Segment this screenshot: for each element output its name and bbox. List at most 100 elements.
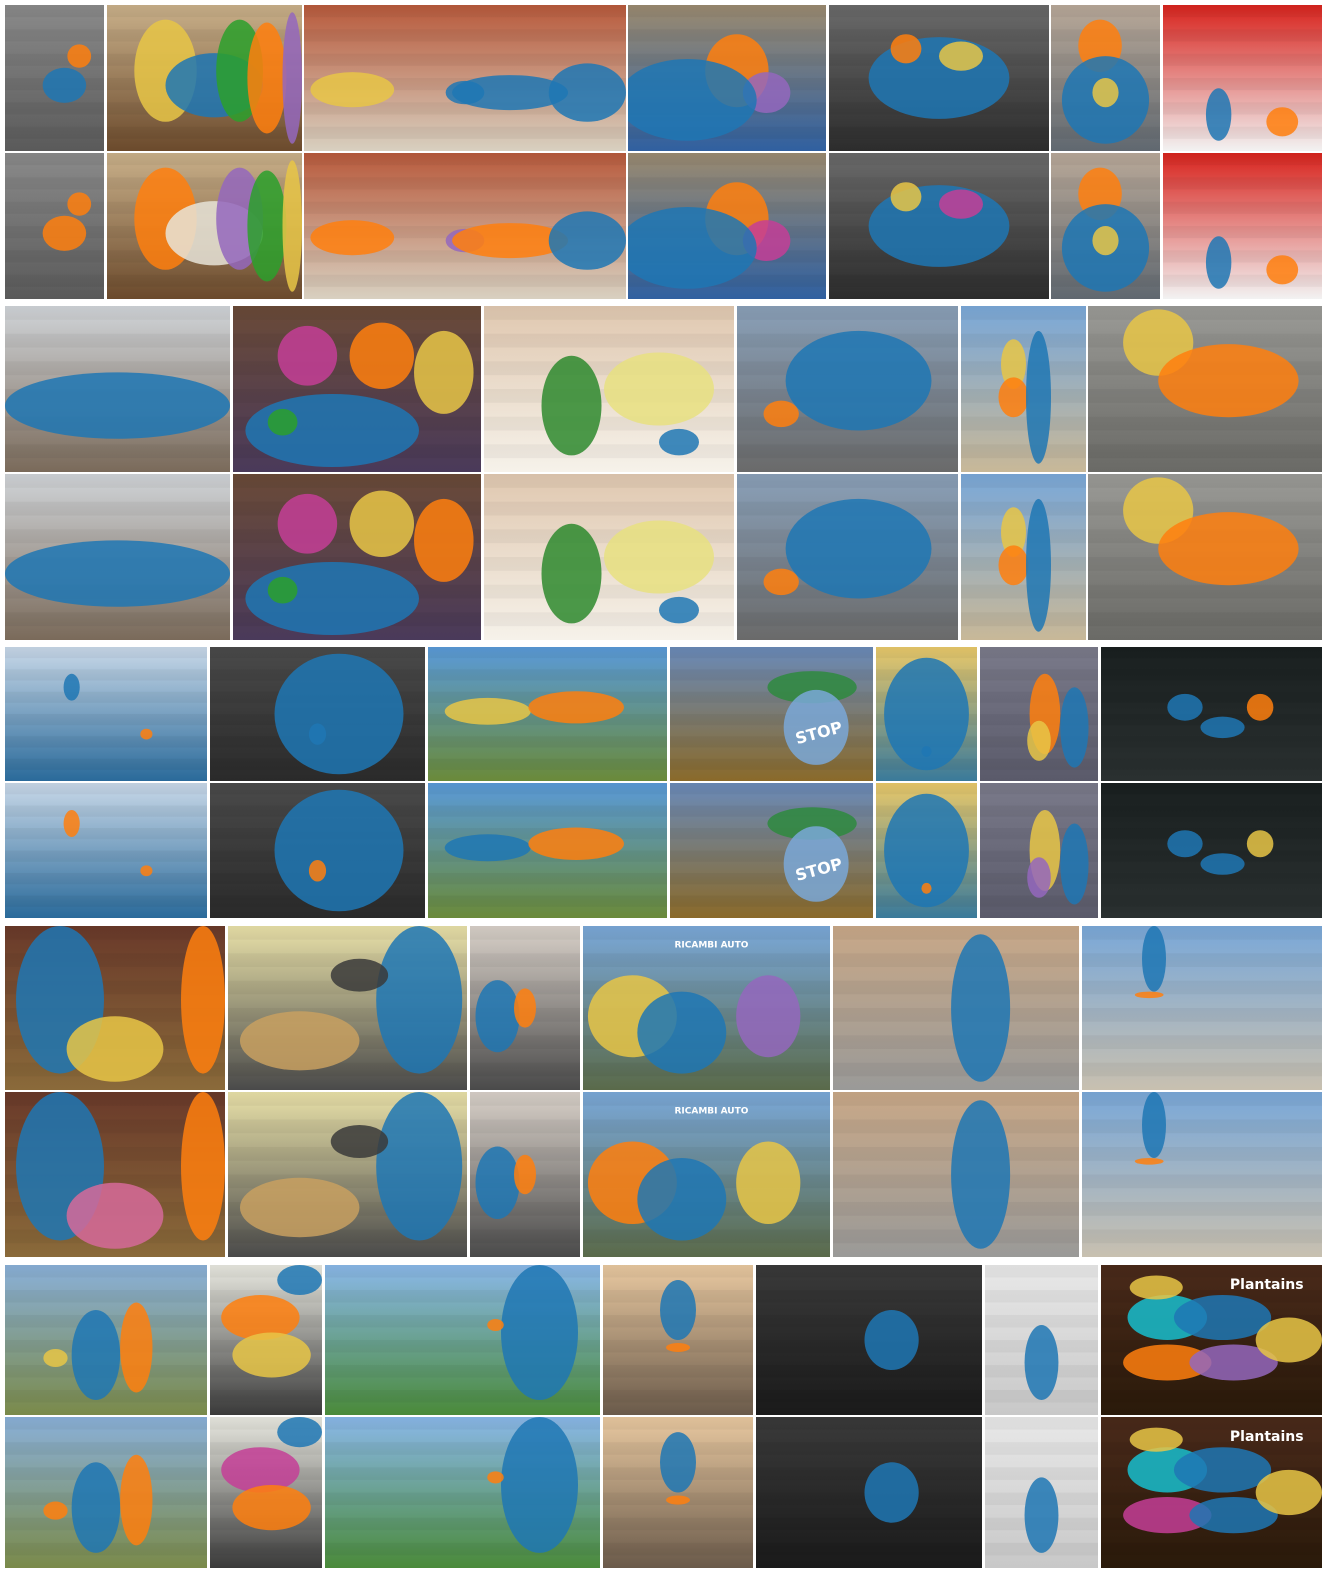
scene-texture: [876, 647, 977, 659]
scene-texture: [1101, 1542, 1322, 1556]
segmentation-mask: [1266, 255, 1299, 285]
scene-texture: [470, 1062, 580, 1077]
scene-image: [1051, 5, 1160, 151]
scene-texture: [756, 1390, 982, 1403]
segmentation-mask: [1024, 1325, 1059, 1400]
scene-image: [107, 153, 302, 299]
scene-texture: [737, 444, 958, 459]
segmentation-mask: [43, 1349, 68, 1367]
segmentation-mask: [42, 67, 87, 103]
segmentation-mask: [1060, 823, 1089, 905]
scene-texture: [5, 153, 104, 166]
scene-texture: [1163, 5, 1322, 18]
scene-texture: [1163, 274, 1322, 287]
segmentation-mask: [736, 1141, 801, 1224]
scene-image: [5, 474, 230, 640]
segmentation-mask: [501, 1417, 578, 1553]
segmentation-mask: [66, 1182, 164, 1249]
segmentation-tile-beach-kids-bottom: [961, 474, 1086, 640]
segmentation-tile-grand-central-clock-top: [756, 1265, 982, 1415]
scene-texture: [980, 783, 1098, 795]
scene-image: [107, 5, 302, 151]
segmentation-tile-surfing-wave-bottom: [5, 783, 207, 918]
segmentation-mask: [475, 1146, 520, 1220]
segmentation-mask: [1142, 926, 1166, 992]
scene-texture: [961, 474, 1086, 488]
scene-texture: [829, 5, 1049, 18]
segmentation-tile-surfing-wave-top: [5, 647, 207, 781]
scene-texture: [985, 1265, 1098, 1278]
scene-image: [1082, 1092, 1322, 1257]
scene-image: [210, 1265, 322, 1415]
scene-texture: [5, 669, 207, 681]
scene-texture: [737, 474, 958, 488]
scene-texture: [1101, 736, 1322, 748]
scene-texture: [829, 274, 1049, 287]
segmentation-tile-skate-drain-top: [1082, 926, 1322, 1090]
segmentation-mask: [274, 653, 404, 775]
scene-texture: [1082, 1147, 1322, 1161]
scene-texture: [428, 805, 667, 817]
segmentation-mask: [659, 428, 699, 456]
scene-texture: [603, 1417, 753, 1430]
segmentation-mask: [1167, 693, 1203, 721]
segmentation-mask: [308, 859, 327, 882]
segmentation-mask: [548, 211, 626, 270]
segmentation-tile-skate-jump-sunset-top: [603, 1265, 753, 1415]
scene-texture: [737, 306, 958, 320]
scene-texture: [470, 1229, 580, 1244]
segmentation-tile-fire-hydrant-top: [833, 926, 1079, 1090]
scene-texture: [484, 416, 734, 431]
segmentation-tile-red-living-room-bottom: [304, 153, 626, 299]
scene-texture: [1088, 501, 1322, 516]
segmentation-mask: [528, 691, 624, 724]
scene-texture: [833, 1062, 1079, 1077]
scene-texture: [670, 647, 873, 659]
scene-texture: [603, 1390, 753, 1403]
segmentation-tile-giraffes-field-top: [5, 1265, 207, 1415]
scene-image: [833, 926, 1079, 1090]
segmentation-mask: [864, 1462, 919, 1523]
segmentation-mask: [1134, 1158, 1164, 1165]
scene-texture: [304, 153, 626, 166]
scene-texture: [1101, 805, 1322, 817]
segmentation-mask: [414, 498, 474, 582]
scene-texture: [1163, 102, 1322, 115]
segmentation-mask: [939, 41, 983, 71]
sign-text: Plantains: [1230, 1429, 1304, 1445]
segmentation-tile-diners-cups-top: [233, 306, 481, 472]
scene-texture: [5, 758, 207, 770]
scene-texture: [484, 306, 734, 320]
segmentation-mask: [1060, 687, 1089, 768]
scene-image: [961, 474, 1086, 640]
scene-image: RICAMBI AUTO: [583, 926, 830, 1090]
segmentation-tile-motorcycle-race-bottom: [829, 153, 1049, 299]
segmentation-mask: [140, 865, 153, 877]
scene-texture: [603, 1517, 753, 1531]
segmentation-mask: [1158, 512, 1299, 586]
segmentation-mask: [66, 1016, 164, 1082]
segmentation-mask: [277, 493, 338, 554]
segmentation-mask: [140, 728, 153, 740]
segmentation-mask: [1200, 853, 1245, 875]
segmentation-tile-living-room-family-bottom: [107, 153, 302, 299]
segmentation-tile-hotdogs-tray-top: [210, 1265, 322, 1415]
segmentation-tile-bed-sleeping-woman-top: [628, 5, 826, 151]
scene-texture: [1082, 1174, 1322, 1189]
scene-texture: [1163, 29, 1322, 42]
segmentation-mask: [42, 215, 87, 251]
segmentation-mask: [1092, 226, 1119, 256]
segmentation-mask: [939, 189, 983, 219]
scene-texture: [583, 1119, 830, 1134]
scene-texture: [1163, 226, 1322, 239]
segmentation-mask: [1173, 1295, 1272, 1340]
scene-texture: [1088, 584, 1322, 599]
scene-image: [1051, 153, 1160, 299]
segmentation-mask: [1158, 344, 1299, 418]
segmentation-tile-red-flowers-vase-bottom: [1163, 153, 1322, 299]
scene-texture: [1082, 1008, 1322, 1022]
segmentation-mask: [890, 182, 922, 212]
scene-texture: [210, 1390, 322, 1403]
scene-texture: [985, 1442, 1098, 1455]
segmentation-mask: [414, 330, 474, 414]
